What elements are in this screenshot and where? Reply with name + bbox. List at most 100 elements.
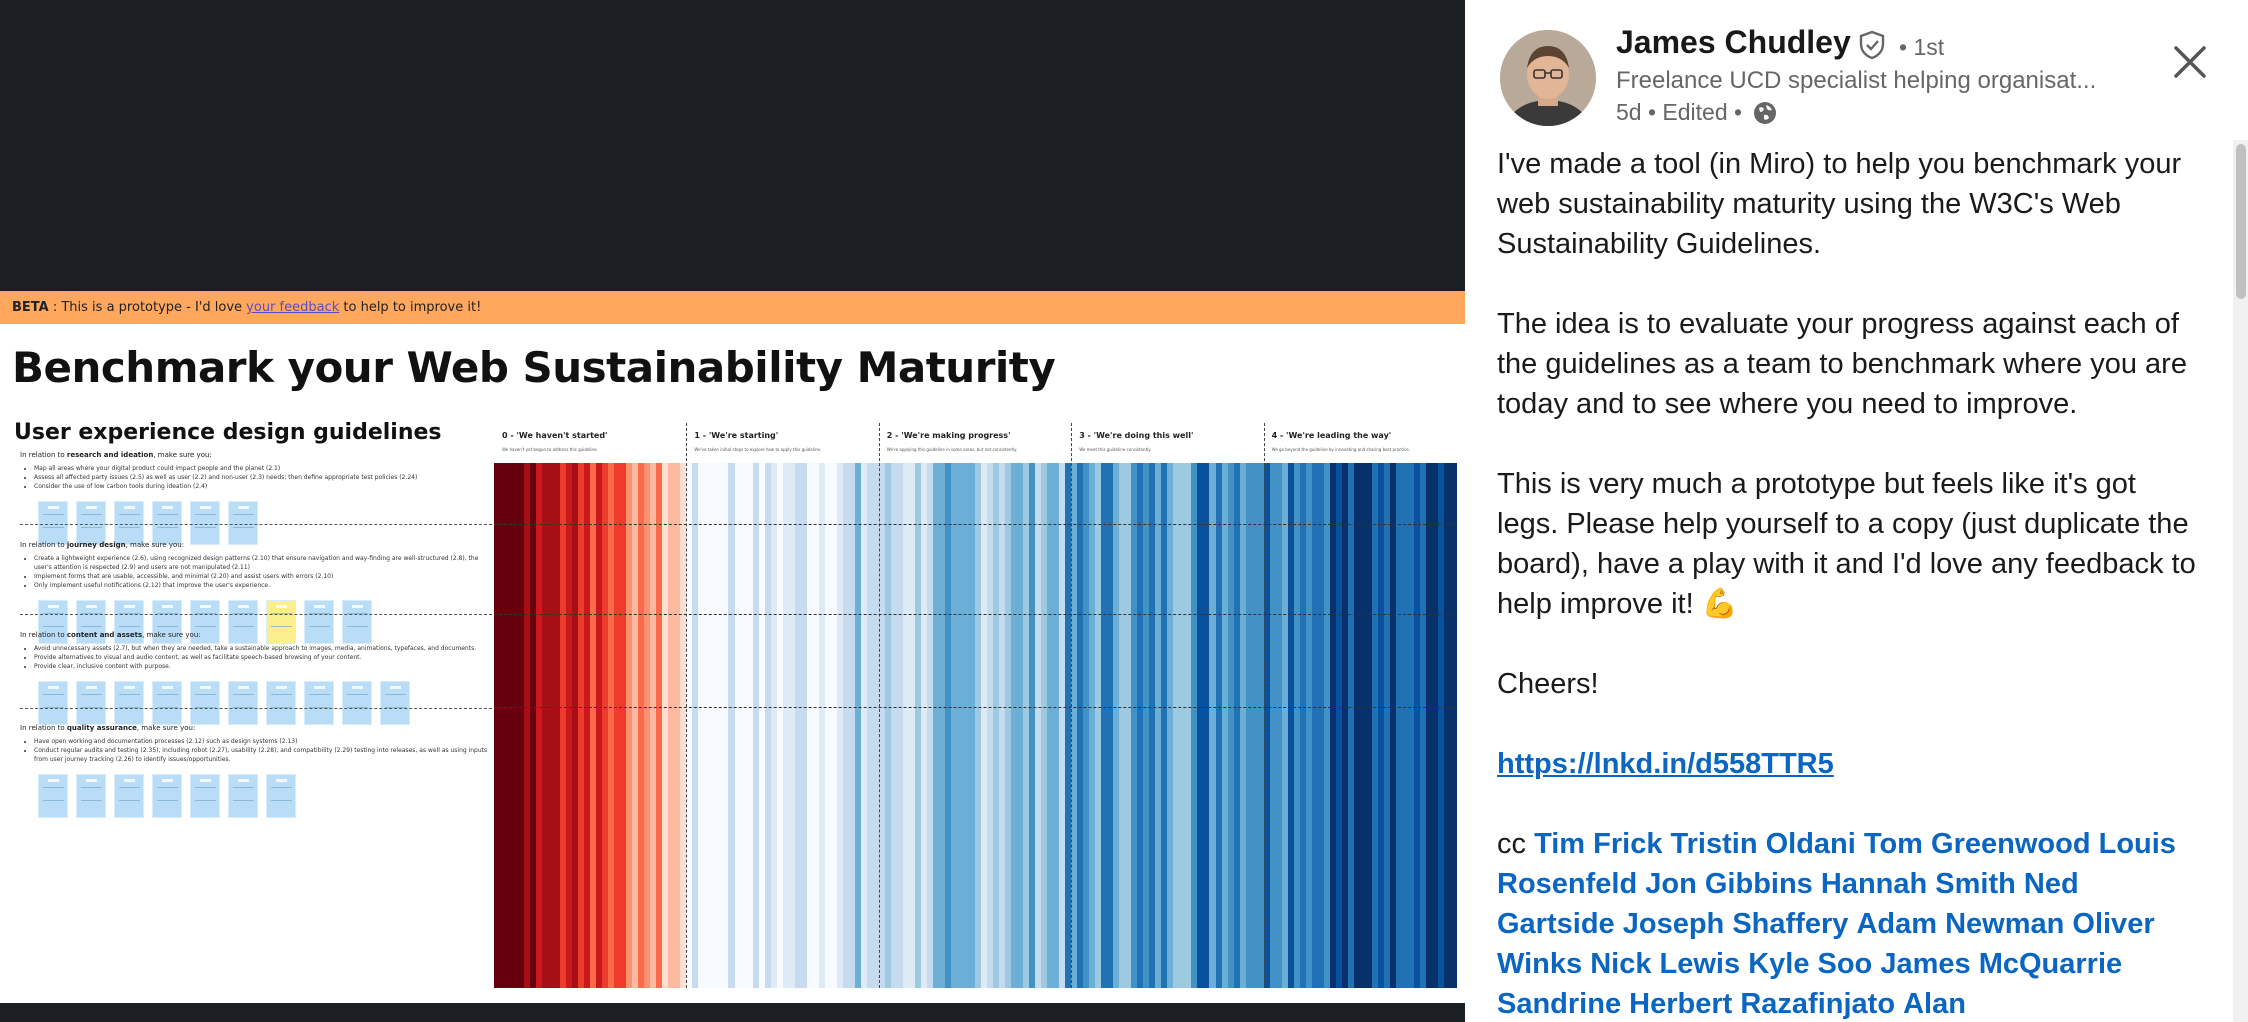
- guideline-card[interactable]: [228, 501, 258, 545]
- section-divider: [20, 614, 492, 615]
- scrollbar[interactable]: [2233, 140, 2248, 1022]
- guideline-card[interactable]: [114, 774, 144, 818]
- guideline-card[interactable]: [190, 681, 220, 725]
- guideline-card[interactable]: [380, 681, 410, 725]
- mention-link[interactable]: Tim Frick: [1534, 828, 1662, 860]
- maturity-levels-header: 0 - 'We haven't started' We haven't yet b…: [494, 423, 1456, 463]
- mention-link[interactable]: Tristin Oldani: [1671, 828, 1856, 860]
- guideline-card[interactable]: [76, 501, 106, 545]
- mention-link[interactable]: Kyle Soo: [1748, 948, 1872, 980]
- maturity-level-header: 2 - 'We're making progress' We're applyin…: [879, 423, 1071, 463]
- guideline-card[interactable]: [228, 681, 258, 725]
- slide-title: Benchmark your Web Sustainability Maturi…: [12, 343, 1056, 392]
- maturity-level-header: 3 - 'We're doing this well' We meet this …: [1071, 423, 1263, 463]
- level-divider: [686, 423, 688, 988]
- beta-label: BETA: [12, 300, 49, 315]
- post-body: I've made a tool (in Miro) to help you b…: [1497, 144, 2197, 1022]
- mention-link[interactable]: Joseph Shaffery: [1623, 908, 1849, 940]
- avatar[interactable]: [1500, 30, 1596, 126]
- guideline-bullet: Provide clear, inclusive content with pu…: [34, 662, 490, 671]
- section-row-divider: [494, 614, 1456, 615]
- guideline-bullet: Conduct regular audits and testing (2.35…: [34, 746, 490, 764]
- maturity-level-description: We haven't yet begun to address this gui…: [502, 447, 598, 452]
- maturity-level-header: 1 - 'We're starting' We've taken initial …: [686, 423, 878, 463]
- maturity-level-description: We've taken initial steps to explore how…: [694, 447, 822, 452]
- image-viewer[interactable]: BETA : This is a prototype - I'd love yo…: [0, 0, 1465, 1022]
- guideline-section: In relation to content and assets, make …: [20, 631, 490, 725]
- guideline-card[interactable]: [228, 774, 258, 818]
- guideline-card[interactable]: [38, 681, 68, 725]
- guideline-section: In relation to journey design, make sure…: [20, 541, 490, 644]
- beta-banner: BETA : This is a prototype - I'd love yo…: [0, 291, 1465, 324]
- maturity-level-header: 4 - 'We're leading the way' We go beyond …: [1264, 423, 1456, 463]
- guideline-bullet: Avoid unnecessary assets (2.7), but when…: [34, 644, 490, 653]
- beta-text-after: to help to improve it!: [339, 300, 482, 315]
- guideline-card[interactable]: [342, 681, 372, 725]
- guideline-bullet: Assess all affected party issues (2.5) a…: [34, 473, 490, 482]
- mention-link[interactable]: Adam Newman: [1856, 908, 2064, 940]
- maturity-stripes: 0 - 'We haven't started' We haven't yet b…: [494, 423, 1457, 988]
- guideline-card[interactable]: [152, 681, 182, 725]
- guideline-card[interactable]: [76, 774, 106, 818]
- feedback-link[interactable]: your feedback: [246, 300, 339, 315]
- guideline-bullet: Have open working and documentation proc…: [34, 737, 490, 746]
- close-icon[interactable]: [2168, 40, 2212, 84]
- guideline-card[interactable]: [114, 501, 144, 545]
- mention-link[interactable]: Tom Greenwood: [1864, 828, 2091, 860]
- maturity-level-title: 2 - 'We're making progress': [886, 431, 1011, 440]
- guideline-card[interactable]: [38, 774, 68, 818]
- section-divider: [20, 708, 492, 709]
- cc-label: cc: [1497, 828, 1526, 860]
- verified-shield-icon: [1859, 30, 1885, 60]
- section-heading: In relation to journey design, make sure…: [20, 541, 185, 549]
- avatar-photo: [1500, 30, 1596, 126]
- guideline-card[interactable]: [38, 501, 68, 545]
- maturity-level-title: 1 - 'We're starting': [694, 431, 779, 440]
- level-divider: [1071, 423, 1073, 988]
- maturity-level-description: We meet this guideline consistently.: [1079, 447, 1152, 452]
- mention-link[interactable]: Jon Gibbins: [1645, 868, 1813, 900]
- guideline-card[interactable]: [114, 681, 144, 725]
- post-link-paragraph: https://lnkd.in/d558TTR5: [1497, 744, 2197, 784]
- section-row-divider: [494, 524, 1456, 525]
- beta-text-before: : This is a prototype - I'd love: [48, 300, 247, 315]
- guideline-card[interactable]: [304, 681, 334, 725]
- post-link[interactable]: https://lnkd.in/d558TTR5: [1497, 748, 1834, 780]
- mention-link[interactable]: Nick Lewis: [1590, 948, 1740, 980]
- guidelines-title: User experience design guidelines: [14, 420, 442, 445]
- guideline-card[interactable]: [266, 774, 296, 818]
- maturity-level-title: 4 - 'We're leading the way': [1271, 431, 1392, 440]
- maturity-level-title: 0 - 'We haven't started': [502, 431, 608, 440]
- guideline-card[interactable]: [266, 681, 296, 725]
- guideline-section: In relation to research and ideation, ma…: [20, 451, 490, 545]
- level-divider: [1263, 423, 1265, 988]
- guideline-card[interactable]: [190, 501, 220, 545]
- guideline-card[interactable]: [152, 774, 182, 818]
- scrollbar-thumb[interactable]: [2236, 144, 2246, 299]
- guideline-bullet: Implement forms that are usable, accessi…: [34, 572, 490, 581]
- guideline-card[interactable]: [152, 501, 182, 545]
- guideline-section: In relation to quality assurance, make s…: [20, 724, 490, 818]
- post-panel: James Chudley • 1st Freelance UCD specia…: [1465, 0, 2248, 1022]
- maturity-level-description: We go beyond the guideline by innovating…: [1271, 447, 1410, 452]
- section-heading: In relation to research and ideation, ma…: [20, 451, 212, 459]
- mention-link[interactable]: Alan: [1903, 988, 1966, 1020]
- post-image[interactable]: BETA : This is a prototype - I'd love yo…: [0, 291, 1465, 1003]
- cc-mentions: cc Tim Frick Tristin Oldani Tom Greenwoo…: [1497, 824, 2197, 1022]
- section-row-divider: [494, 707, 1456, 708]
- connection-degree: • 1st: [1899, 34, 1945, 60]
- level-divider: [878, 423, 880, 988]
- stripe-band: [494, 463, 1457, 988]
- mention-link[interactable]: Sandrine Herbert Razafinjato: [1497, 988, 1895, 1020]
- guideline-bullet: Consider the use of low carbon tools dur…: [34, 482, 490, 491]
- mention-link[interactable]: Hannah Smith: [1821, 868, 2016, 900]
- guideline-card[interactable]: [76, 681, 106, 725]
- guideline-card[interactable]: [190, 774, 220, 818]
- maturity-level-description: We're applying this guideline in some ar…: [886, 447, 1018, 452]
- post-paragraph: Cheers!: [1497, 668, 1599, 700]
- mention-link[interactable]: James McQuarrie: [1880, 948, 2122, 980]
- author-name[interactable]: James Chudley: [1616, 24, 1851, 61]
- guideline-bullet: Only implement useful notifications (2.1…: [34, 581, 490, 590]
- section-heading: In relation to quality assurance, make s…: [20, 724, 196, 732]
- section-heading: In relation to content and assets, make …: [20, 631, 201, 639]
